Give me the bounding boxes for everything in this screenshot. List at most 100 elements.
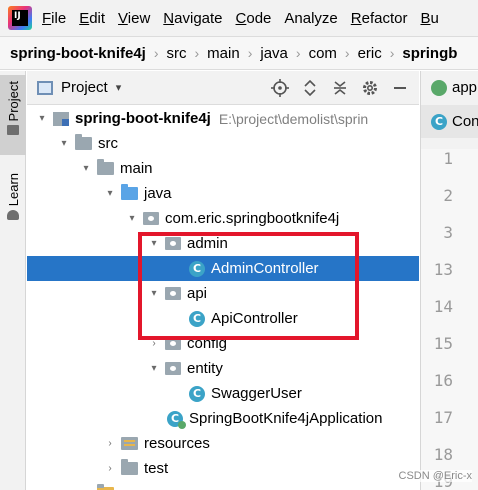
menu-refactor[interactable]: Refactor	[351, 10, 408, 27]
line-number: 14	[433, 297, 453, 316]
tree-label: api	[187, 285, 208, 302]
tree-row-swaggeruser[interactable]: C SwaggerUser	[27, 381, 419, 406]
breadcrumb-src[interactable]: src	[167, 45, 187, 62]
project-tree: ▾ spring-boot-knife4j E:\project\demolis…	[27, 106, 419, 490]
line-number: 13	[433, 260, 453, 279]
menu-edit[interactable]: Edit	[79, 10, 105, 27]
tree-row-test[interactable]: › test	[27, 456, 419, 481]
project-window-icon	[37, 80, 53, 95]
expand-arrow-icon[interactable]: ›	[103, 463, 117, 474]
expand-arrow-icon[interactable]: ▾	[79, 163, 93, 174]
menu-file[interactable]: File	[42, 10, 66, 27]
tree-row-admincontroller[interactable]: C AdminController	[27, 256, 419, 281]
breadcrumb-project[interactable]: spring-boot-knife4j	[10, 45, 146, 62]
project-tool-label: Project	[5, 81, 21, 122]
module-icon	[53, 111, 69, 126]
breadcrumb-eric[interactable]: eric	[358, 45, 382, 62]
menu-analyze[interactable]: Analyze	[284, 10, 337, 27]
tree-label: SpringBootKnife4jApplication	[189, 410, 383, 427]
tree-row-config[interactable]: › config	[27, 331, 419, 356]
editor-tab-app[interactable]: app	[421, 71, 478, 104]
java-class-icon: C	[431, 113, 447, 130]
menu-build[interactable]: Bu	[420, 10, 438, 27]
breadcrumb-com[interactable]: com	[309, 45, 337, 62]
menu-view[interactable]: View	[118, 10, 150, 27]
tree-label: config	[187, 335, 228, 352]
project-path: E:\project\demolist\sprin	[218, 110, 369, 127]
tree-label: java	[144, 185, 172, 202]
expand-arrow-icon[interactable]: ▾	[125, 213, 139, 224]
minimize-icon[interactable]	[389, 77, 411, 99]
expand-arrow-icon[interactable]: ›	[147, 338, 161, 349]
tree-row-application[interactable]: C SpringBootKnife4jApplication	[27, 406, 419, 431]
gear-icon[interactable]	[359, 77, 381, 99]
java-class-icon: C	[189, 260, 205, 277]
collapse-all-icon[interactable]	[329, 77, 351, 99]
breadcrumb-separator-icon: ›	[344, 45, 350, 61]
spring-leaf-icon	[431, 79, 447, 96]
resources-folder-icon	[121, 437, 138, 450]
menu-navigate[interactable]: Navigate	[163, 10, 222, 27]
expand-arrow-icon[interactable]: ▾	[147, 363, 161, 374]
tree-row-apicontroller[interactable]: C ApiController	[27, 306, 419, 331]
breadcrumb-separator-icon: ›	[153, 45, 159, 61]
intellij-logo-icon: IJ	[8, 6, 32, 30]
expand-arrow-icon[interactable]: ›	[103, 438, 117, 449]
editor-tab-label: app	[452, 79, 478, 96]
project-tool-tab[interactable]: Project	[0, 75, 26, 155]
folder-icon	[75, 134, 92, 150]
breadcrumb-main[interactable]: main	[207, 45, 240, 62]
tree-row-admin[interactable]: ▾ admin	[27, 231, 419, 256]
tree-row-java[interactable]: ▾ java	[27, 181, 419, 206]
tree-label: src	[98, 135, 118, 152]
package-icon	[165, 237, 181, 250]
locate-file-icon[interactable]	[269, 77, 291, 99]
editor-tab-label: Con	[452, 113, 478, 130]
expand-arrow-icon[interactable]: ▾	[147, 238, 161, 249]
tree-label: ApiController	[211, 310, 298, 327]
editor-tab-controller[interactable]: C Con	[421, 105, 478, 138]
tree-label: admin	[187, 235, 228, 252]
line-number: 17	[433, 408, 453, 427]
breadcrumb-separator-icon: ›	[295, 45, 301, 61]
breadcrumb-separator-icon: ›	[247, 45, 253, 61]
spring-boot-application-icon: C	[167, 410, 186, 429]
left-tool-strip: Project Learn	[0, 71, 26, 490]
source-folder-icon	[121, 184, 138, 200]
menu-bar: IJ File Edit View Navigate Code Analyze …	[0, 0, 478, 36]
expand-arrow-icon[interactable]: ▾	[147, 288, 161, 299]
tree-row-src[interactable]: ▾ src	[27, 131, 419, 156]
breadcrumb-separator-icon: ›	[194, 45, 200, 61]
breadcrumb-springbootknife4j[interactable]: springb	[402, 45, 457, 62]
chevron-down-icon[interactable]: ▾	[116, 81, 122, 94]
line-number: 3	[443, 223, 453, 242]
package-icon	[143, 212, 159, 225]
logo-text: IJ	[14, 11, 21, 21]
breadcrumb-java[interactable]: java	[260, 45, 288, 62]
expand-all-icon[interactable]	[299, 77, 321, 99]
watermark: CSDN @Eric-x	[398, 470, 472, 482]
expand-arrow-icon[interactable]: ▾	[103, 188, 117, 199]
tree-row-entity[interactable]: ▾ entity	[27, 356, 419, 381]
tree-row-partial[interactable]: ›	[27, 481, 419, 490]
tree-row-api[interactable]: ▾ api	[27, 281, 419, 306]
package-icon	[165, 337, 181, 350]
panel-title[interactable]: Project	[61, 79, 108, 96]
expand-arrow-icon[interactable]: ▾	[57, 138, 71, 149]
folder-icon	[121, 459, 138, 475]
tree-row-resources[interactable]: › resources	[27, 431, 419, 456]
line-number: 1	[443, 149, 453, 168]
expand-arrow-icon[interactable]: ▾	[35, 113, 49, 124]
breadcrumb-separator-icon: ›	[389, 45, 395, 61]
line-number-gutter: 1 2 3 13 14 15 16 17 18 19	[421, 149, 478, 490]
menu-code[interactable]: Code	[236, 10, 272, 27]
editor-area: app C Con 1 2 3 13 14 15 16 17 18 19	[420, 71, 478, 490]
tree-label: test	[144, 460, 169, 477]
tree-row-package-root[interactable]: ▾ com.eric.springbootknife4j	[27, 206, 419, 231]
java-class-icon: C	[189, 385, 205, 402]
learn-tool-tab[interactable]: Learn	[0, 169, 26, 239]
tree-row-project-root[interactable]: ▾ spring-boot-knife4j E:\project\demolis…	[27, 106, 419, 131]
tree-label: AdminController	[211, 260, 319, 277]
panel-toolbar	[261, 71, 411, 105]
tree-row-main[interactable]: ▾ main	[27, 156, 419, 181]
